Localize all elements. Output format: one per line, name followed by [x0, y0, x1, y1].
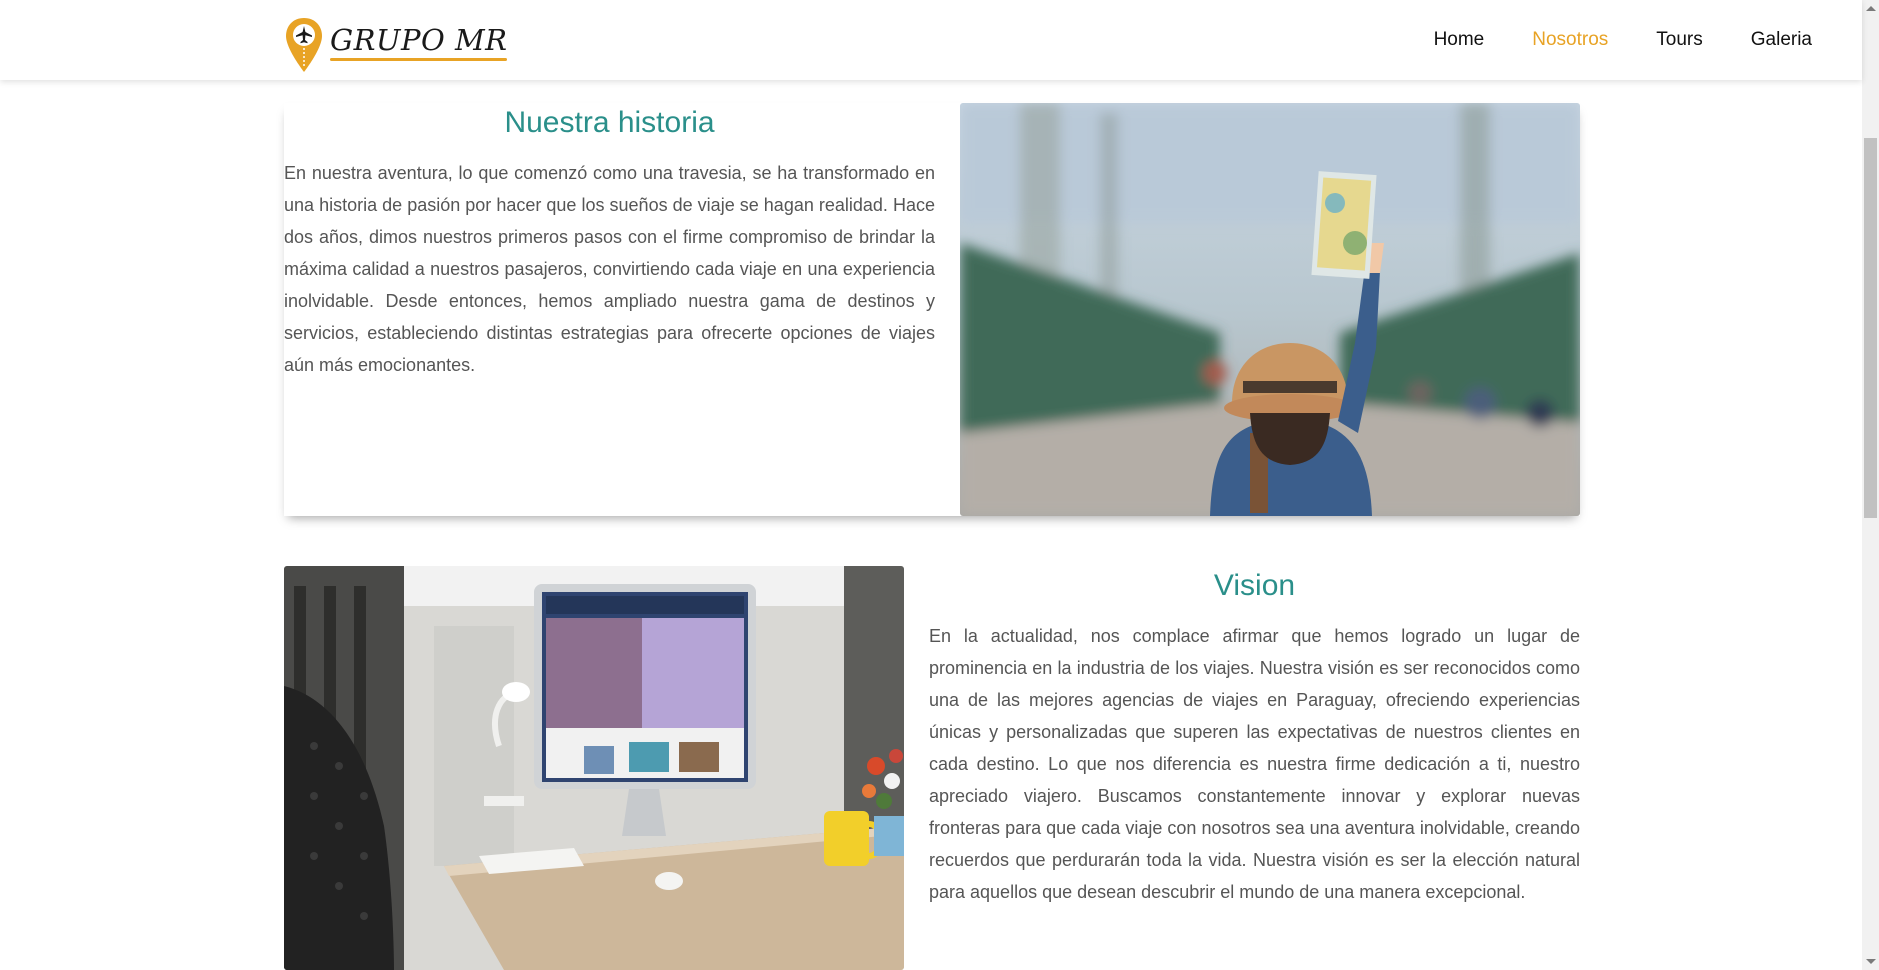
scrollbar-thumb[interactable]: [1864, 138, 1877, 518]
history-section: Nuestra historia En nuestra aventura, lo…: [284, 103, 1580, 516]
scroll-down-arrow-icon[interactable]: [1866, 959, 1876, 964]
traveler-photo-illustration: [960, 103, 1580, 516]
traveler-with-map-photo: [960, 103, 1580, 516]
history-body: En nuestra aventura, lo que comenzó como…: [284, 163, 935, 375]
nav-item-galeria[interactable]: Galeria: [1751, 26, 1812, 54]
site-header: GRUPO MR Home Nosotros Tours Galeria: [0, 0, 1862, 80]
vision-title: Vision: [1213, 569, 1296, 602]
nav-item-tours[interactable]: Tours: [1656, 26, 1702, 54]
brand-logo[interactable]: GRUPO MR: [284, 16, 508, 74]
office-photo-illustration: [284, 566, 904, 970]
brand-wordmark: GRUPO MR: [330, 23, 508, 61]
scroll-up-arrow-icon[interactable]: [1866, 6, 1876, 11]
vision-text-block: Vision En la actualidad, nos complace af…: [929, 566, 1580, 908]
travel-agency-desk-computer-photo: [284, 566, 904, 970]
nav-item-nosotros[interactable]: Nosotros: [1532, 26, 1608, 54]
location-pin-plane-icon: [286, 18, 322, 72]
main-nav: Home Nosotros Tours Galeria: [1434, 26, 1812, 54]
vision-body: En la actualidad, nos complace afirmar q…: [929, 626, 1580, 902]
nav-item-home[interactable]: Home: [1434, 26, 1485, 54]
history-text-block: Nuestra historia En nuestra aventura, lo…: [284, 103, 935, 381]
page: GRUPO MR Home Nosotros Tours Galeria Nue…: [0, 0, 1879, 970]
vision-section: Vision En la actualidad, nos complace af…: [284, 566, 1580, 970]
brand-underline: [330, 58, 508, 61]
history-title: Nuestra historia: [504, 106, 715, 139]
page-scrollbar[interactable]: [1862, 0, 1879, 970]
brand-name: GRUPO MR: [330, 23, 508, 57]
